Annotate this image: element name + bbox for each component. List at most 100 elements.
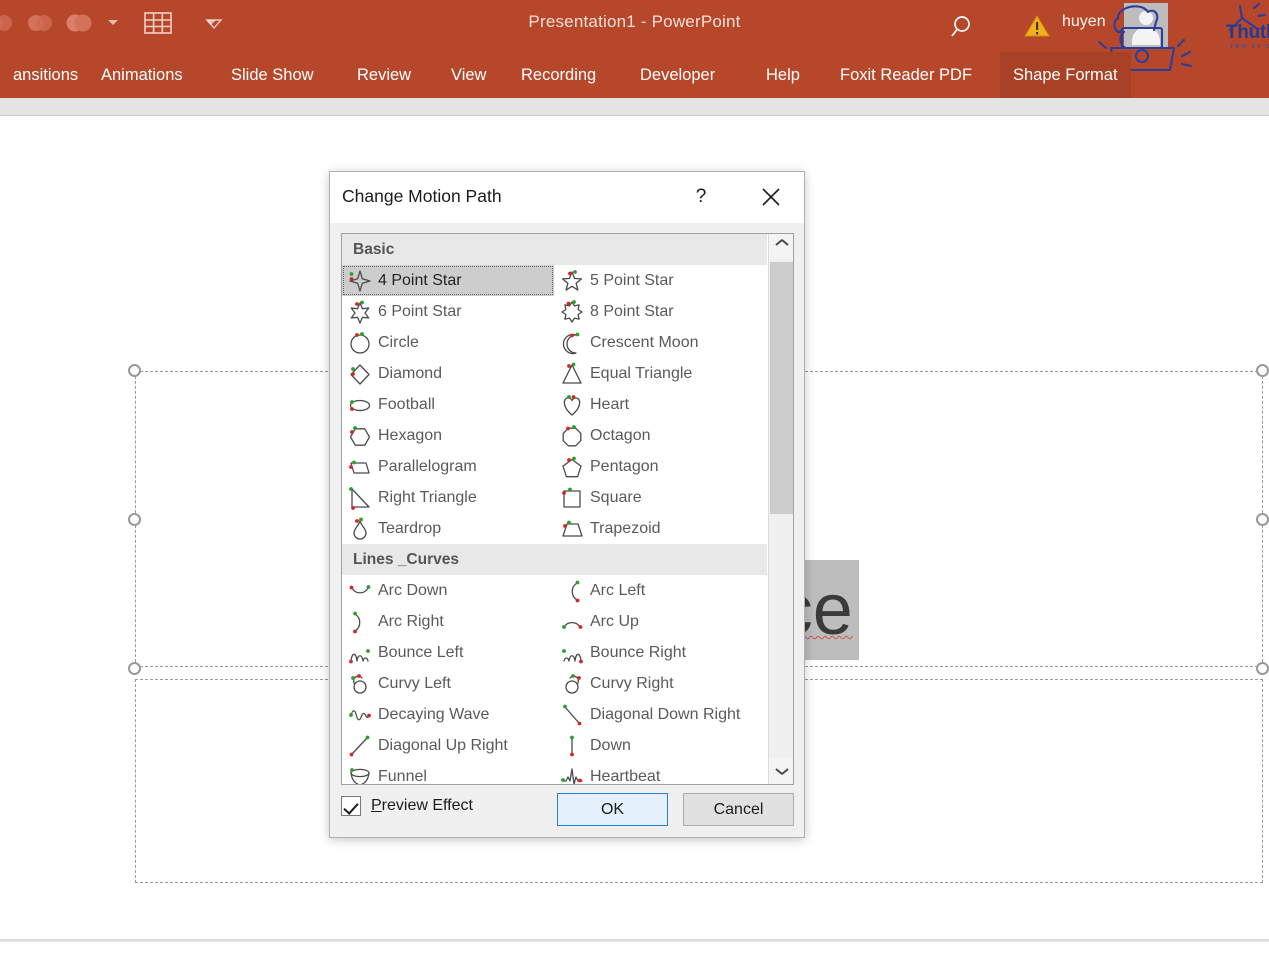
- ok-button[interactable]: OK: [557, 793, 668, 826]
- resize-handle-top-left[interactable]: [128, 364, 141, 377]
- motion-path-item-equal-triangle[interactable]: Equal Triangle: [554, 358, 766, 389]
- ribbon-collapsed-body: [0, 98, 1269, 116]
- ribbon-tab-review[interactable]: Review: [344, 52, 424, 98]
- motion-path-item-bounce-left[interactable]: Bounce Left: [342, 637, 554, 668]
- ribbon-tab-recording[interactable]: Recording: [508, 52, 609, 98]
- help-icon[interactable]: ?: [686, 182, 716, 212]
- motion-path-item-bounce-right[interactable]: Bounce Right: [554, 637, 766, 668]
- star4-path-icon: [347, 268, 373, 294]
- motion-path-item-crescent-moon[interactable]: Crescent Moon: [554, 327, 766, 358]
- resize-handle-bottom-left[interactable]: [128, 662, 141, 675]
- motion-path-item-diamond[interactable]: Diamond: [342, 358, 554, 389]
- motion-path-item-6-point-star[interactable]: 6 Point Star: [342, 296, 554, 327]
- motion-path-item-heart[interactable]: Heart: [554, 389, 766, 420]
- motion-path-item-football[interactable]: Football: [342, 389, 554, 420]
- ribbon-tab-developer[interactable]: Developer: [627, 52, 728, 98]
- motion-path-item-label: Diamond: [378, 364, 443, 382]
- motion-path-item-curvy-left[interactable]: Curvy Left: [342, 668, 554, 699]
- list-scrollbar[interactable]: [768, 234, 793, 784]
- powerpoint-window: Presentation1 - PowerPoint huyen Thut TR…: [0, 0, 1269, 969]
- motion-path-item-label: Diagonal Up Right: [378, 736, 508, 754]
- scrollbar-thumb[interactable]: [770, 262, 793, 514]
- preview-effect-checkbox[interactable]: Preview Effect: [341, 796, 473, 816]
- diagonal-down-right-path-icon: [559, 702, 585, 728]
- bounce-left-path-icon: [347, 640, 373, 666]
- motion-path-item-4-point-star[interactable]: 4 Point Star: [342, 265, 554, 296]
- close-icon[interactable]: [755, 182, 787, 212]
- ribbon-tabs: ansitions Animations Slide Show Review View R…: [0, 52, 1269, 98]
- motion-path-item-teardrop[interactable]: Teardrop: [342, 513, 554, 544]
- resize-handle-top-right[interactable]: [1256, 364, 1269, 377]
- motion-path-item-right-triangle[interactable]: Right Triangle: [342, 482, 554, 513]
- motion-path-item-label: Crescent Moon: [590, 333, 699, 351]
- motion-path-item-trapezoid[interactable]: Trapezoid: [554, 513, 766, 544]
- dialog-footer: Preview Effect OK Cancel: [330, 787, 804, 838]
- motion-path-item-label: 6 Point Star: [378, 302, 462, 320]
- motion-path-item-octagon[interactable]: Octagon: [554, 420, 766, 451]
- list-row: Curvy Left Curvy Right: [342, 668, 767, 699]
- motion-path-item-label: Bounce Left: [378, 643, 464, 661]
- motion-path-item-label: Curvy Right: [590, 674, 674, 692]
- checkbox-checked-icon[interactable]: [341, 796, 361, 816]
- list-row: 6 Point Star 8 Point Star: [342, 296, 767, 327]
- circle-path-icon: [347, 330, 373, 356]
- motion-path-item-arc-down[interactable]: Arc Down: [342, 575, 554, 606]
- motion-path-item-decaying-wave[interactable]: Decaying Wave: [342, 699, 554, 730]
- ribbon-tab-help[interactable]: Help: [753, 52, 813, 98]
- teardrop-path-icon: [347, 516, 373, 542]
- warning-triangle-icon[interactable]: [1022, 12, 1052, 40]
- funnel-path-icon: [347, 764, 373, 784]
- motion-path-list[interactable]: Basic 4 Point Star 5 Point Star 6 Point Sta…: [341, 233, 794, 785]
- resize-handle-middle-right[interactable]: [1256, 513, 1269, 526]
- ribbon-tab-shape-format[interactable]: Shape Format: [1000, 52, 1131, 98]
- motion-path-item-arc-up[interactable]: Arc Up: [554, 606, 766, 637]
- motion-path-item-label: Down: [590, 736, 631, 754]
- heartbeat-path-icon: [559, 764, 585, 784]
- motion-path-item-label: 4 Point Star: [378, 271, 462, 289]
- dialog-title-bar: Change Motion Path ?: [330, 172, 804, 223]
- resize-handle-middle-left[interactable]: [128, 513, 141, 526]
- square-path-icon: [559, 485, 585, 511]
- list-row: Right Triangle Square: [342, 482, 767, 513]
- motion-path-item-circle[interactable]: Circle: [342, 327, 554, 358]
- motion-path-item-label: Football: [378, 395, 435, 413]
- motion-path-item-curvy-right[interactable]: Curvy Right: [554, 668, 766, 699]
- ribbon-tab-foxit-reader-pdf[interactable]: Foxit Reader PDF: [827, 52, 985, 98]
- motion-path-item-label: Pentagon: [590, 457, 659, 475]
- cancel-button[interactable]: Cancel: [683, 793, 794, 826]
- ribbon-tab-view[interactable]: View: [438, 52, 499, 98]
- motion-path-item-label: Circle: [378, 333, 419, 351]
- motion-path-item-label: Decaying Wave: [378, 705, 490, 723]
- motion-path-item-label: Trapezoid: [590, 519, 661, 537]
- equal-triangle-path-icon: [559, 361, 585, 387]
- motion-path-item-arc-left[interactable]: Arc Left: [554, 575, 766, 606]
- motion-path-item-down[interactable]: Down: [554, 730, 766, 761]
- motion-path-item-pentagon[interactable]: Pentagon: [554, 451, 766, 482]
- motion-path-item-square[interactable]: Square: [554, 482, 766, 513]
- scroll-up-button[interactable]: [769, 234, 793, 260]
- motion-path-item-diagonal-up-right[interactable]: Diagonal Up Right: [342, 730, 554, 761]
- scroll-down-button[interactable]: [769, 758, 793, 784]
- motion-path-item-heartbeat[interactable]: Heartbeat: [554, 761, 766, 784]
- ribbon-tab-animations[interactable]: Animations: [88, 52, 196, 98]
- motion-path-item-label: Bounce Right: [590, 643, 687, 661]
- ribbon-tab-ansitions[interactable]: ansitions: [0, 52, 91, 98]
- list-row: Decaying Wave Diagonal Down Right: [342, 699, 767, 730]
- star6-path-icon: [347, 299, 373, 325]
- motion-path-item-arc-right[interactable]: Arc Right: [342, 606, 554, 637]
- motion-path-item-funnel[interactable]: Funnel: [342, 761, 554, 784]
- star5-path-icon: [559, 268, 585, 294]
- search-icon[interactable]: [948, 12, 980, 42]
- resize-handle-bottom-right[interactable]: [1256, 662, 1269, 675]
- motion-path-item-8-point-star[interactable]: 8 Point Star: [554, 296, 766, 327]
- motion-path-item-5-point-star[interactable]: 5 Point Star: [554, 265, 766, 296]
- motion-path-item-diagonal-down-right[interactable]: Diagonal Down Right: [554, 699, 766, 730]
- avatar[interactable]: [1124, 3, 1168, 47]
- motion-path-item-parallelogram[interactable]: Parallelogram: [342, 451, 554, 482]
- list-row: Arc Right Arc Up: [342, 606, 767, 637]
- change-motion-path-dialog: Change Motion Path ? Basic 4 Point Star 5 …: [329, 171, 805, 838]
- account-name[interactable]: huyen: [1062, 13, 1106, 31]
- ribbon-tab-slide-show[interactable]: Slide Show: [218, 52, 327, 98]
- motion-path-item-hexagon[interactable]: Hexagon: [342, 420, 554, 451]
- list-row: Parallelogram Pentagon: [342, 451, 767, 482]
